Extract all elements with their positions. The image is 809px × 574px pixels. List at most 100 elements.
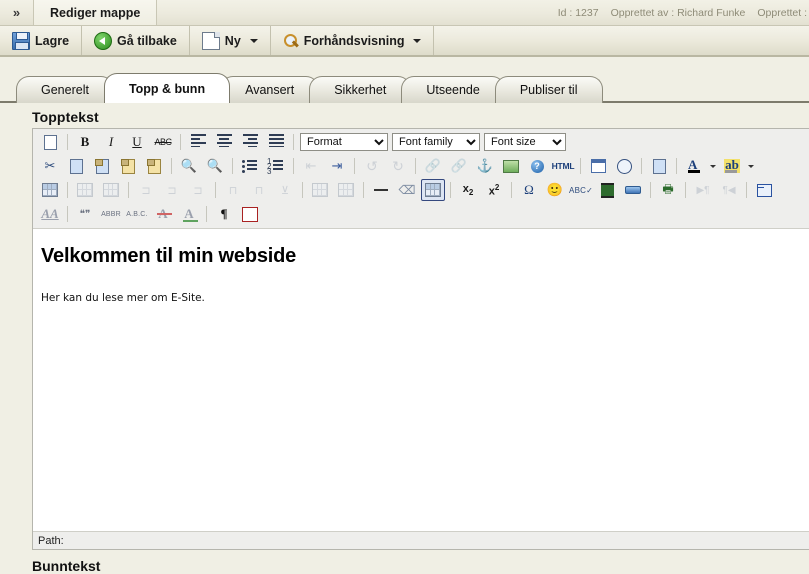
new-document-icon[interactable]	[38, 131, 62, 153]
expand-chevron-icon[interactable]: »	[0, 0, 34, 25]
html-icon[interactable]: HTML	[551, 155, 575, 177]
tab-generelt[interactable]: Generelt	[16, 76, 114, 103]
new-button[interactable]: Ny	[190, 26, 271, 55]
toolbar-separator	[363, 182, 364, 198]
paste-icon[interactable]	[90, 155, 114, 177]
tab-publiser-til[interactable]: Publiser til	[494, 76, 603, 103]
paste-text-icon[interactable]	[116, 155, 140, 177]
fontfamily-select[interactable]: Font family	[392, 133, 480, 151]
insert-column-before-icon[interactable]: ⊓	[221, 179, 245, 201]
delete-column-icon[interactable]: ⊻	[273, 179, 297, 201]
bullet-list-icon[interactable]	[238, 155, 262, 177]
outdent-icon[interactable]: ⇤	[299, 155, 323, 177]
toolbar-separator	[676, 158, 677, 174]
citation-icon[interactable]: ❝❞	[73, 203, 97, 225]
indent-icon[interactable]: ⇥	[325, 155, 349, 177]
emoticon-icon[interactable]: 🙂	[543, 179, 567, 201]
image-icon[interactable]	[499, 155, 523, 177]
strikethrough-icon[interactable]: ABC	[151, 131, 175, 153]
toolbar-separator	[746, 182, 747, 198]
chevron-down-icon[interactable]	[413, 38, 422, 43]
chevron-down-icon[interactable]	[748, 164, 754, 168]
align-center-icon[interactable]	[212, 131, 236, 153]
numbered-list-icon[interactable]: 123	[264, 155, 288, 177]
find-replace-icon[interactable]: 🔍	[203, 155, 227, 177]
merge-cells-icon[interactable]	[334, 179, 358, 201]
visual-characters-icon[interactable]: ¶	[212, 203, 236, 225]
undo-icon[interactable]: ↺	[360, 155, 384, 177]
content-heading[interactable]: Velkommen til min webside	[41, 245, 793, 268]
delete-row-icon[interactable]: ⊐	[186, 179, 210, 201]
preview-icon[interactable]	[647, 155, 671, 177]
content-paragraph[interactable]: Her kan du lese mer om E-Site.	[41, 292, 793, 304]
insert-table-icon[interactable]	[421, 179, 445, 201]
insert-column-after-icon[interactable]: ⊓	[247, 179, 271, 201]
abbreviation-icon[interactable]: ABBR	[99, 203, 123, 225]
format-select[interactable]: Format	[300, 133, 388, 151]
table-properties-icon[interactable]	[38, 179, 62, 201]
text-color-icon[interactable]: A	[682, 155, 706, 177]
toolbar-separator	[302, 182, 303, 198]
page-break-icon[interactable]	[621, 179, 645, 201]
copy-icon[interactable]	[64, 155, 88, 177]
spellcheck-icon[interactable]: ABC✓	[569, 179, 593, 201]
special-character-icon[interactable]: Ω	[517, 179, 541, 201]
editor-content-area[interactable]: Velkommen til min webside Her kan du les…	[33, 229, 809, 531]
toolbar-separator	[650, 182, 651, 198]
split-cells-icon[interactable]	[308, 179, 332, 201]
row-properties-icon[interactable]	[73, 179, 97, 201]
underline-icon[interactable]: U	[125, 131, 149, 153]
acronym-icon[interactable]: A.B.C.	[125, 203, 149, 225]
anchor-icon[interactable]: ⚓	[473, 155, 497, 177]
tab-utseende[interactable]: Utseende	[401, 76, 505, 103]
tab-avansert[interactable]: Avansert	[220, 76, 320, 103]
insert-time-icon[interactable]	[612, 155, 636, 177]
toolbar-separator	[206, 206, 207, 222]
find-icon[interactable]: 🔍	[177, 155, 201, 177]
window-tab-rediger-mappe[interactable]: Rediger mappe	[34, 0, 158, 25]
align-justify-icon[interactable]	[264, 131, 288, 153]
preview-button[interactable]: Forhåndsvisning	[271, 26, 435, 55]
link-icon[interactable]: 🔗	[421, 155, 445, 177]
styles-icon[interactable]: AA	[38, 203, 62, 225]
toolbar-separator	[450, 182, 451, 198]
help-icon[interactable]: ?	[525, 155, 549, 177]
toolbar-separator	[67, 182, 68, 198]
ltr-icon[interactable]: ▶¶	[691, 179, 715, 201]
insert-date-icon[interactable]	[586, 155, 610, 177]
tab-topp-og-bunn[interactable]: Topp & bunn	[103, 73, 231, 103]
fullscreen-icon[interactable]	[752, 179, 776, 201]
remove-format-icon[interactable]: ⌫	[395, 179, 419, 201]
tab-label: Publiser til	[519, 83, 578, 97]
delete-text-icon[interactable]: A	[151, 203, 175, 225]
bold-icon[interactable]: B	[73, 131, 97, 153]
save-button[interactable]: Lagre	[0, 26, 83, 55]
align-right-icon[interactable]	[238, 131, 262, 153]
media-icon[interactable]	[595, 179, 619, 201]
tab-sikkerhet[interactable]: Sikkerhet	[309, 76, 412, 103]
cut-icon[interactable]: ✂	[38, 155, 62, 177]
tab-label: Topp & bunn	[128, 81, 206, 96]
insert-text-icon[interactable]: A	[177, 203, 201, 225]
chevron-down-icon[interactable]	[710, 164, 716, 168]
align-left-icon[interactable]	[186, 131, 210, 153]
subscript-icon[interactable]: x2	[456, 179, 480, 201]
go-back-button[interactable]: Gå tilbake	[82, 26, 190, 55]
insert-row-after-icon[interactable]: ⊐	[160, 179, 184, 201]
insert-row-before-icon[interactable]: ⊐	[134, 179, 158, 201]
toolbar-separator	[580, 158, 581, 174]
chevron-down-icon[interactable]	[249, 38, 258, 43]
unlink-icon[interactable]: 🔗	[447, 155, 471, 177]
superscript-icon[interactable]: x2	[482, 179, 506, 201]
italic-icon[interactable]: I	[99, 131, 123, 153]
background-color-icon[interactable]: ab	[720, 155, 744, 177]
print-icon[interactable]: 🖶	[656, 179, 680, 201]
nonbreaking-icon[interactable]	[238, 203, 262, 225]
rtl-icon[interactable]: ¶◀	[717, 179, 741, 201]
cell-properties-icon[interactable]	[99, 179, 123, 201]
redo-icon[interactable]: ↻	[386, 155, 410, 177]
tab-label: Generelt	[41, 83, 89, 97]
horizontal-rule-icon[interactable]	[369, 179, 393, 201]
fontsize-select[interactable]: Font size	[484, 133, 566, 151]
paste-word-icon[interactable]	[142, 155, 166, 177]
